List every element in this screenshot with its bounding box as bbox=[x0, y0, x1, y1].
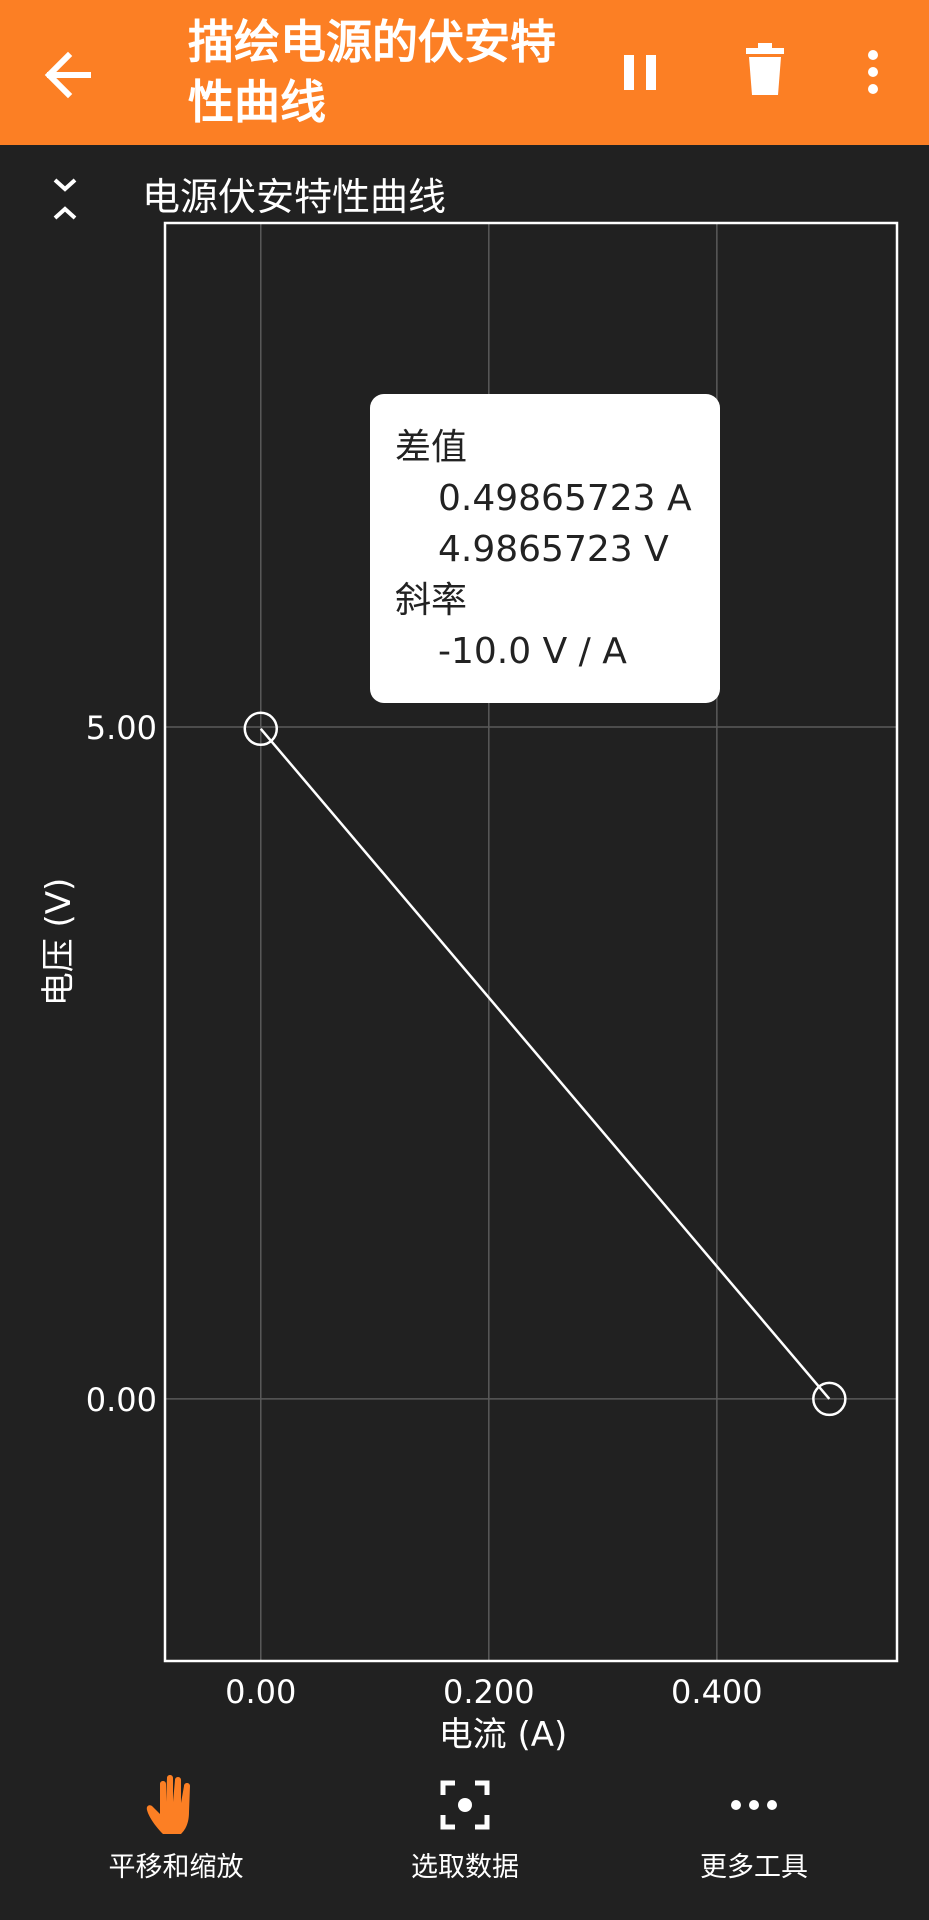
vi-curve-plot[interactable]: 0.00 0.200 0.400 0.00 5.00 电流 (A) 电压 (V) bbox=[0, 0, 929, 1920]
x-axis-label: 电流 (A) bbox=[439, 1715, 568, 1755]
more-tools-label: 更多工具 bbox=[700, 1852, 808, 1883]
y-axis-label: 电压 (V) bbox=[39, 878, 79, 1007]
select-data-label: 选取数据 bbox=[411, 1852, 519, 1883]
pan-zoom-label: 平移和缩放 bbox=[108, 1852, 244, 1883]
slope-value: -10.0 V / A bbox=[438, 631, 627, 672]
difference-tooltip: 差值 0.49865723 A 4.9865723 V 斜率 -10.0 V /… bbox=[370, 394, 720, 703]
series-line-0 bbox=[259, 727, 831, 1400]
x-tick-label: 0.400 bbox=[671, 1673, 763, 1711]
select-data-tool[interactable]: 选取数据 bbox=[345, 1770, 585, 1900]
x-tick-label: 0.200 bbox=[443, 1673, 535, 1711]
pan-zoom-tool[interactable]: 平移和缩放 bbox=[56, 1770, 296, 1900]
y-tick-label: 5.00 bbox=[86, 709, 157, 747]
slope-label: 斜率 bbox=[395, 580, 468, 621]
more-tools-tool[interactable]: 更多工具 bbox=[634, 1770, 874, 1900]
hand-icon bbox=[146, 1775, 190, 1834]
difference-label: 差值 bbox=[395, 427, 468, 468]
more-horizontal-icon bbox=[731, 1800, 777, 1810]
y-tick-label: 0.00 bbox=[86, 1381, 157, 1419]
focus-select-icon bbox=[440, 1780, 490, 1830]
difference-voltage: 4.9865723 V bbox=[438, 529, 669, 570]
difference-current: 0.49865723 A bbox=[438, 478, 692, 519]
x-tick-label: 0.00 bbox=[225, 1673, 296, 1711]
